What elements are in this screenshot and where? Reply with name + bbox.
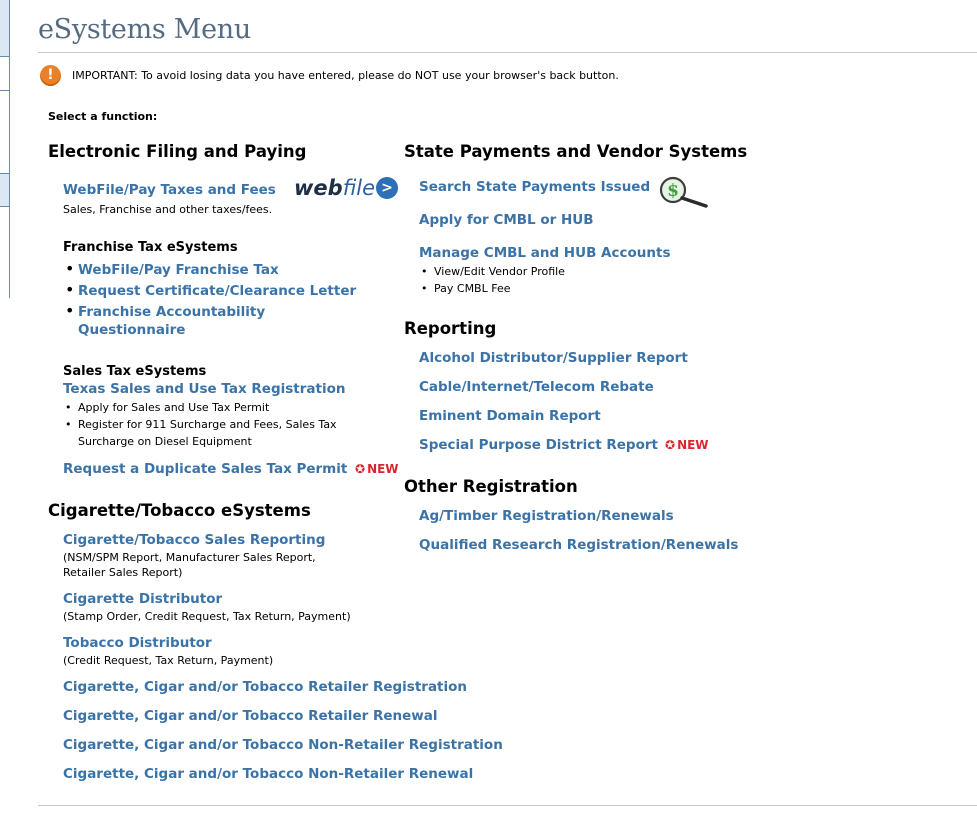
- webfile-pay-taxes-link[interactable]: WebFile/Pay Taxes and Fees: [63, 182, 276, 198]
- list-item: Register for 911 Surcharge and Fees, Sal…: [63, 416, 337, 433]
- non-retailer-registration-link[interactable]: Cigarette, Cigar and/or Tobacco Non-Reta…: [63, 737, 503, 753]
- retailer-registration-link[interactable]: Cigarette, Cigar and/or Tobacco Retailer…: [63, 679, 467, 695]
- sales-use-tax-registration-link[interactable]: Texas Sales and Use Tax Registration: [63, 381, 345, 397]
- left-sidebar-edge: [0, 0, 10, 298]
- webfile-description: Sales, Franchise and other taxes/fees.: [63, 203, 273, 216]
- svg-text:$: $: [667, 181, 679, 201]
- apply-cmbl-hub-link[interactable]: Apply for CMBL or HUB: [419, 212, 594, 228]
- important-notice: IMPORTANT: To avoid losing data you have…: [72, 69, 619, 82]
- cigarette-sales-reporting-link[interactable]: Cigarette/Tobacco Sales Reporting: [63, 532, 325, 548]
- select-function-label: Select a function:: [48, 110, 158, 123]
- sales-reporting-desc-line2: Retailer Sales Report): [63, 566, 183, 579]
- tobacco-distributor-link[interactable]: Tobacco Distributor: [63, 635, 212, 651]
- sales-tax-heading: Sales Tax eSystems: [63, 364, 207, 379]
- eminent-domain-link[interactable]: Eminent Domain Report: [419, 408, 601, 424]
- cigarette-distributor-link[interactable]: Cigarette Distributor: [63, 591, 222, 607]
- new-star-icon: ✪: [665, 438, 676, 452]
- tobacco-distributor-desc: (Credit Request, Tax Return, Payment): [63, 654, 274, 667]
- reporting-heading: Reporting: [404, 319, 497, 338]
- alcohol-report-link[interactable]: Alcohol Distributor/Supplier Report: [419, 350, 688, 366]
- list-item: Franchise Accountability: [63, 301, 356, 322]
- franchise-accountability-link[interactable]: Franchise Accountability: [78, 304, 265, 320]
- state-payments-heading: State Payments and Vendor Systems: [404, 142, 748, 161]
- new-badge: ✪ NEW: [355, 462, 399, 476]
- new-badge: ✪ NEW: [665, 438, 709, 452]
- bottom-divider: [38, 805, 977, 806]
- sidebar-item[interactable]: [0, 91, 9, 174]
- sales-tax-bullets: Apply for Sales and Use Tax Permit Regis…: [63, 399, 337, 433]
- sidebar-item[interactable]: [0, 174, 9, 207]
- manage-cmbl-hub-link[interactable]: Manage CMBL and HUB Accounts: [419, 245, 671, 261]
- ag-timber-link[interactable]: Ag/Timber Registration/Renewals: [419, 508, 674, 524]
- money-search-icon[interactable]: $: [658, 174, 710, 210]
- list-item: View/Edit Vendor Profile: [419, 263, 565, 280]
- special-purpose-district-link[interactable]: Special Purpose District Report: [419, 437, 658, 453]
- sidebar-item[interactable]: [0, 57, 9, 91]
- webfile-franchise-tax-link[interactable]: WebFile/Pay Franchise Tax: [78, 262, 279, 278]
- exclamation-icon: !: [40, 65, 61, 86]
- franchise-questionnaire-link[interactable]: Questionnaire: [78, 322, 185, 338]
- list-item: Pay CMBL Fee: [419, 280, 565, 297]
- search-state-payments-link[interactable]: Search State Payments Issued: [419, 179, 650, 195]
- telecom-rebate-link[interactable]: Cable/Internet/Telecom Rebate: [419, 379, 654, 395]
- duplicate-sales-tax-permit-link[interactable]: Request a Duplicate Sales Tax Permit: [63, 461, 347, 477]
- new-star-icon: ✪: [355, 462, 366, 476]
- request-certificate-link[interactable]: Request Certificate/Clearance Letter: [78, 283, 356, 299]
- list-item: Apply for Sales and Use Tax Permit: [63, 399, 337, 416]
- qualified-research-link[interactable]: Qualified Research Registration/Renewals: [419, 537, 738, 553]
- webfile-wordmark: webfile: [294, 176, 376, 200]
- list-item: WebFile/Pay Franchise Tax: [63, 259, 356, 280]
- page-title: eSystems Menu: [38, 14, 251, 45]
- title-divider: [38, 52, 977, 53]
- other-registration-heading: Other Registration: [404, 477, 578, 496]
- cigarette-distributor-desc: (Stamp Order, Credit Request, Tax Return…: [63, 610, 351, 623]
- franchise-heading: Franchise Tax eSystems: [63, 240, 238, 255]
- cigarette-heading: Cigarette/Tobacco eSystems: [48, 501, 311, 520]
- arrow-right-icon: >: [376, 177, 399, 199]
- non-retailer-renewal-link[interactable]: Cigarette, Cigar and/or Tobacco Non-Reta…: [63, 766, 473, 782]
- franchise-links: WebFile/Pay Franchise Tax Request Certif…: [63, 259, 356, 322]
- sales-tax-bullet-continuation: Surcharge on Diesel Equipment: [78, 435, 252, 448]
- sidebar-item[interactable]: [0, 0, 9, 57]
- efiling-heading: Electronic Filing and Paying: [48, 142, 307, 161]
- retailer-renewal-link[interactable]: Cigarette, Cigar and/or Tobacco Retailer…: [63, 708, 437, 724]
- manage-accounts-bullets: View/Edit Vendor Profile Pay CMBL Fee: [419, 263, 565, 297]
- list-item: Request Certificate/Clearance Letter: [63, 280, 356, 301]
- webfile-logo[interactable]: webfile >: [294, 176, 399, 206]
